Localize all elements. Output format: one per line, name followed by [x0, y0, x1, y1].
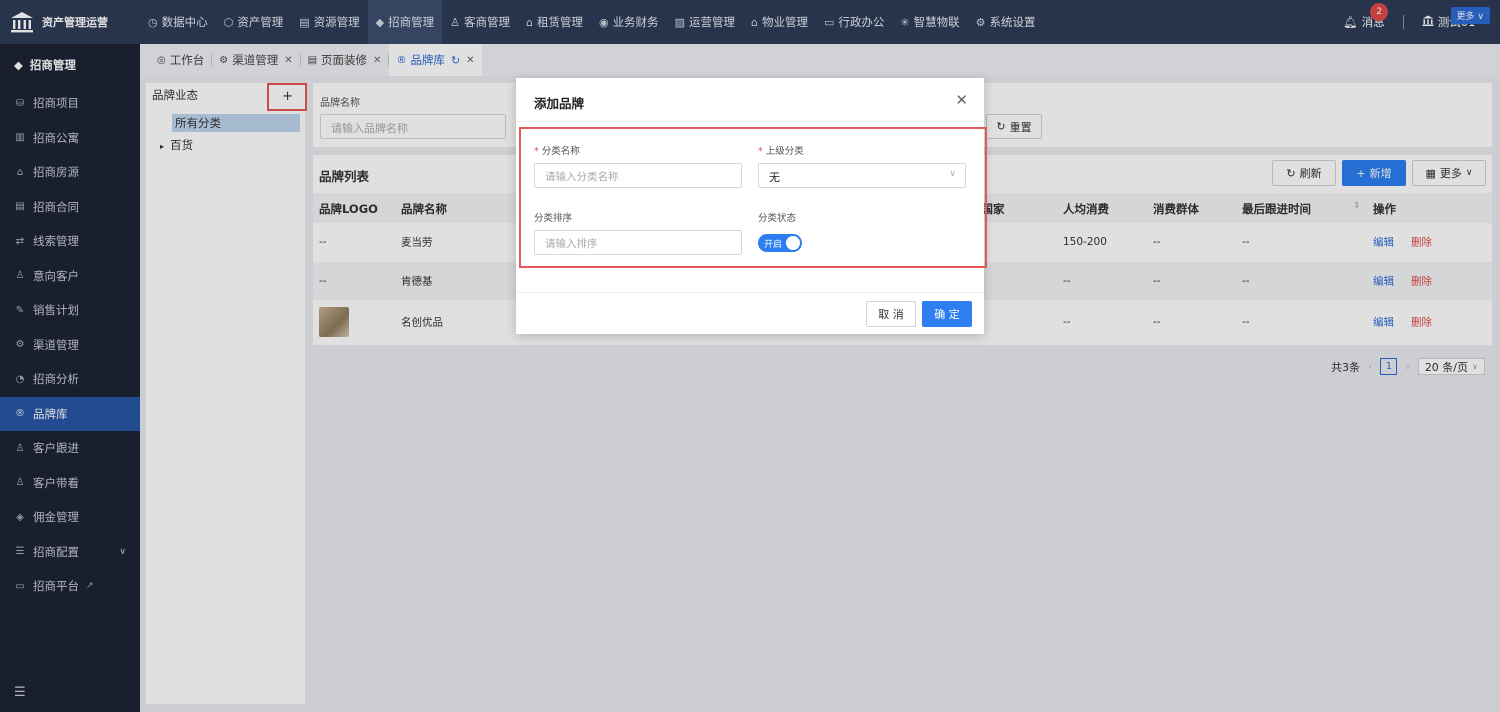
highlight-form-area [519, 127, 987, 268]
divider [516, 292, 984, 293]
dialog-title: 添加品牌 [534, 96, 585, 111]
close-icon[interactable]: ✕ [955, 91, 968, 109]
cancel-button[interactable]: 取 消 [866, 301, 916, 327]
confirm-button[interactable]: 确 定 [922, 301, 972, 327]
divider [516, 121, 984, 122]
